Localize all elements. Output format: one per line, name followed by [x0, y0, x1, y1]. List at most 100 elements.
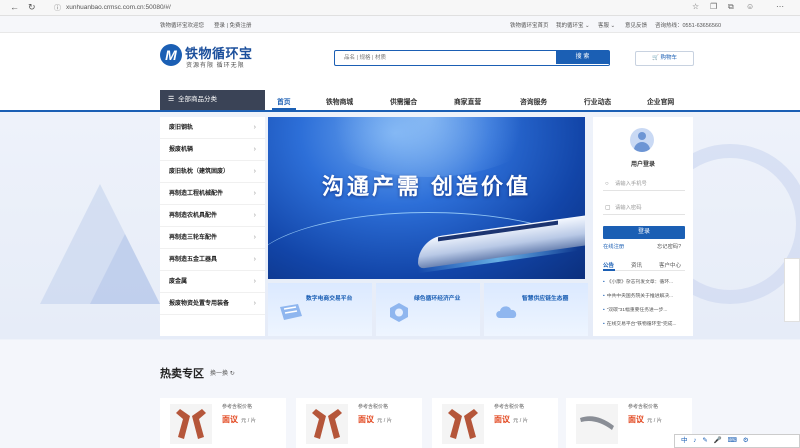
product-price: 面议元 / 片 — [358, 415, 393, 424]
nav-mall[interactable]: 铁物商城 — [326, 96, 353, 106]
nav-home[interactable]: 首页 — [277, 96, 291, 106]
tab-divider — [603, 270, 685, 271]
feature-card-ecommerce[interactable]: 数字电商交易平台 — [268, 283, 372, 336]
browser-toolbar: ← ↻ ⓘ xunhuanbao.crmsc.com.cn:50080/#/ ☆… — [0, 0, 800, 16]
category-item[interactable]: 废金属 › — [160, 271, 265, 293]
phone-field[interactable]: ○ 请输入手机号 — [603, 177, 685, 191]
news-item[interactable]: • 《小康》杂志刊发文章：循环... — [603, 279, 687, 286]
lock-icon: ▢ — [605, 205, 611, 211]
service-menu[interactable]: 客服 ⌄ — [598, 21, 615, 29]
category-item[interactable]: 再制造工程机械配件 › — [160, 183, 265, 205]
logo-slogan: 资源有限 循环无限 — [186, 63, 245, 69]
home-link[interactable]: 铁物循环宝首页 — [510, 21, 549, 29]
hot-sale-title: 热卖专区 — [160, 368, 204, 380]
nav-consulting[interactable]: 咨询服务 — [520, 96, 547, 106]
product-card[interactable]: 参考含税价格 面议元 / 片 — [296, 398, 422, 448]
user-login-panel: 用户登录 ○ 请输入手机号 ▢ 请输入密码 登录 在线注册 忘记密码? 公告 资… — [593, 117, 693, 336]
login-title: 用户登录 — [630, 162, 655, 168]
chevron-right-icon: › — [253, 190, 256, 197]
tab-active-indicator — [603, 269, 615, 271]
welcome-text: 铁物循环宝欢迎您 — [160, 23, 205, 29]
forgot-password-link[interactable]: 忘记密码? — [657, 242, 681, 250]
chevron-right-icon: › — [253, 124, 256, 131]
favorite-icon[interactable]: ☆ — [692, 2, 699, 11]
side-float-toolbar[interactable] — [784, 258, 800, 322]
product-image — [442, 404, 484, 444]
top-info-bar: 铁物循环宝欢迎您 登录 | 免费注册 铁物循环宝首页 我的循环宝 ⌄ 客服 ⌄ … — [0, 16, 800, 33]
refresh-products-button[interactable]: 换一换 ↻ — [210, 368, 235, 377]
category-list: 废旧钢轨 › 报废机辆 › 废旧轨枕（建筑固废） › 再制造工程机械配件 › 再制造农机… — [160, 117, 265, 336]
search-input[interactable] — [335, 51, 553, 64]
category-item[interactable]: 再制造五金工器具 › — [160, 249, 265, 271]
cart-button[interactable]: 🛒 购物车 — [635, 51, 694, 66]
cloud-icon — [496, 306, 517, 318]
product-image — [306, 404, 348, 444]
tab-customer-center[interactable]: 客户中心 — [659, 261, 681, 269]
chevron-right-icon: › — [253, 234, 256, 241]
ime-toolbar[interactable]: 中 ♪ ✎ 🎤 ⌨ ⚙ — [674, 434, 800, 448]
site-header: M 铁物循环宝 资源有限 循环无限 搜 索 🛒 购物车 — [0, 33, 800, 88]
main-nav: ☰ 全部商品分类 首页 铁物商城 供需撮合 商家直营 咨询服务 行业动态 企业官… — [0, 88, 800, 112]
login-button[interactable]: 登录 — [603, 226, 685, 239]
all-categories-label: 全部商品分类 — [178, 96, 217, 103]
banner-glow — [308, 117, 548, 177]
refresh-icon[interactable]: ↻ — [28, 2, 36, 13]
reference-price-label: 参考含税价格 — [628, 404, 659, 410]
cart-label: 购物车 — [660, 55, 677, 61]
address-bar[interactable]: xunhuanbao.crmsc.com.cn:50080/#/ — [52, 2, 666, 14]
hotline-text: 咨询热线：0551-63656560 — [655, 23, 722, 29]
refresh-icon: ↻ — [229, 371, 235, 377]
feedback-link[interactable]: 意见反馈 — [625, 21, 647, 29]
nav-direct-sale[interactable]: 商家直营 — [454, 96, 481, 106]
all-categories-button[interactable]: ☰ 全部商品分类 — [160, 90, 265, 110]
avatar-icon — [630, 128, 654, 152]
tab-news[interactable]: 资讯 — [631, 261, 642, 269]
category-item[interactable]: 报废物资处置专用装备 › — [160, 293, 265, 315]
my-account-menu[interactable]: 我的循环宝 ⌄ — [556, 21, 590, 29]
nav-active-indicator — [272, 108, 296, 110]
product-price: 面议元 / 片 — [222, 415, 257, 424]
reference-price-label: 参考含税价格 — [494, 404, 525, 410]
category-item[interactable]: 废旧轨枕（建筑固废） › — [160, 161, 265, 183]
tab-announcement[interactable]: 公告 — [603, 261, 614, 269]
category-item[interactable]: 废旧钢轨 › — [160, 117, 265, 139]
chevron-right-icon: › — [253, 300, 256, 307]
news-item[interactable]: • 中共中央国务院关于推进解决... — [603, 293, 687, 300]
news-item[interactable]: • 在线交易平台"铁物循环宝"完成... — [603, 321, 687, 328]
product-image — [576, 404, 618, 444]
category-item[interactable]: 再制造农机具配件 › — [160, 205, 265, 227]
profile-icon[interactable]: ☺ — [746, 2, 754, 11]
feature-title: 智慧供应链生态圈 — [522, 296, 569, 302]
extensions-icon[interactable]: ⧉ — [728, 2, 734, 12]
search-box: 搜 索 — [334, 50, 610, 66]
feature-card-circular-economy[interactable]: 绿色循环经济产业 — [376, 283, 480, 336]
product-price: 面议元 / 片 — [494, 415, 529, 424]
product-price: 面议元 / 片 — [628, 415, 663, 424]
nav-industry-news[interactable]: 行业动态 — [584, 96, 611, 106]
search-button[interactable]: 搜 索 — [556, 51, 609, 64]
banner-slogan: 沟通产需 创造价值 — [321, 174, 532, 199]
nav-company-site[interactable]: 企业官网 — [647, 96, 674, 106]
product-card[interactable]: 参考含税价格 面议元 / 片 — [432, 398, 558, 448]
chevron-right-icon: › — [253, 146, 256, 153]
register-link[interactable]: 在线注册 — [603, 242, 624, 250]
user-icon: ○ — [605, 181, 609, 187]
more-icon[interactable]: ⋯ — [776, 2, 784, 11]
feature-card-supply-chain[interactable]: 智慧供应链生态圈 — [484, 283, 588, 336]
password-field[interactable]: ▢ 请输入密码 — [603, 201, 685, 215]
collections-icon[interactable]: ❐ — [710, 2, 717, 11]
product-card[interactable]: 参考含税价格 面议元 / 片 — [160, 398, 286, 448]
category-item[interactable]: 再制造三轮车配件 › — [160, 227, 265, 249]
category-item[interactable]: 报废机辆 › — [160, 139, 265, 161]
logo-icon[interactable]: M — [160, 44, 182, 66]
chevron-right-icon: › — [253, 256, 256, 263]
chevron-right-icon: › — [253, 168, 256, 175]
auth-links[interactable]: 登录 | 免费注册 — [214, 21, 252, 29]
ticket-icon — [280, 304, 302, 320]
hot-sale-section: 热卖专区 换一换 ↻ 参考含税价格 面议元 / 片 参考含税价格 面议元 / 片… — [0, 340, 800, 448]
news-item[interactable]: • "双碳"31幅重要任务进一步... — [603, 307, 687, 314]
reference-price-label: 参考含税价格 — [358, 404, 389, 410]
hero-banner[interactable]: 沟通产需 创造价值 — [268, 117, 585, 279]
nav-matching[interactable]: 供需撮合 — [390, 96, 417, 106]
back-icon[interactable]: ← — [10, 2, 19, 12]
